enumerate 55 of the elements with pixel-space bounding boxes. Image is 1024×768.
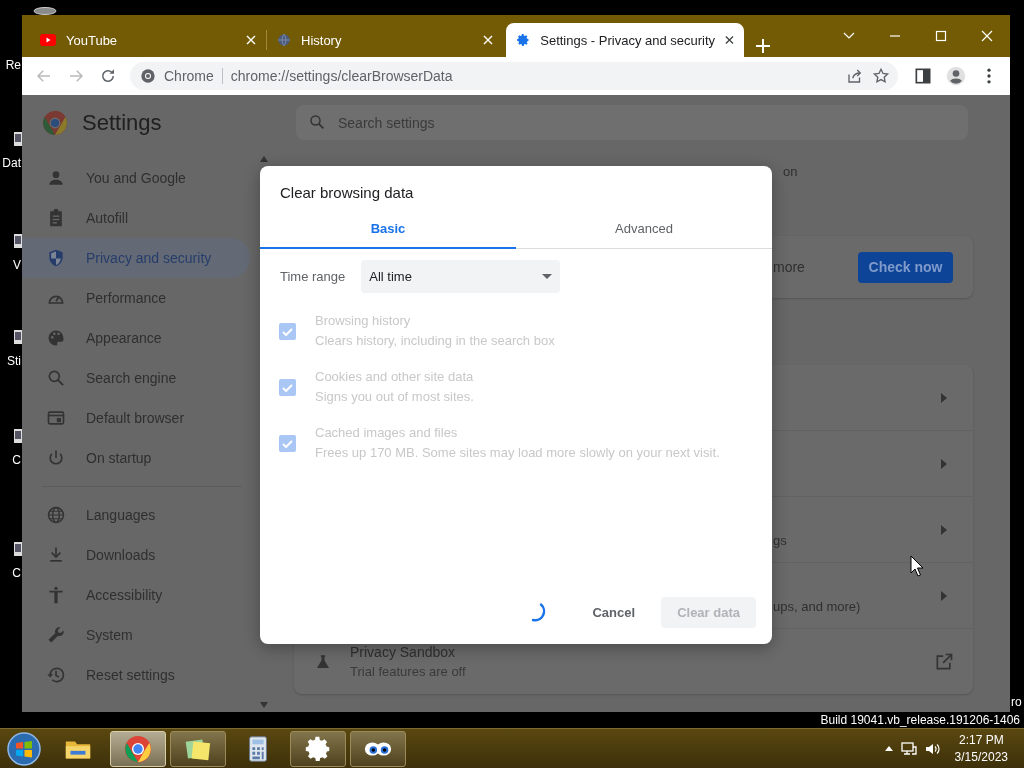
sidebar-item[interactable]: Downloads (22, 535, 250, 575)
sidebar-item[interactable]: Languages (22, 495, 250, 535)
desktop-icon-label[interactable]: V (13, 258, 21, 272)
desktop-icon-label[interactable]: Dat (2, 156, 21, 170)
browser-tab[interactable]: YouTube (30, 23, 266, 57)
desktop-icon-label[interactable]: Re (5, 58, 21, 72)
sidebar-item[interactable]: Performance (22, 278, 250, 318)
tab-title: History (301, 32, 343, 48)
check-now-button[interactable]: Check now (858, 251, 953, 283)
desktop-icon-label[interactable]: C (12, 566, 21, 580)
sidebar-item-label: Languages (86, 507, 156, 523)
row-text: gs (773, 533, 787, 548)
sidebar-item-label: Accessibility (86, 587, 163, 603)
sidebar-item-label: Default browser (86, 410, 185, 426)
site-label: Chrome (164, 68, 214, 84)
sidebar-item-label: Appearance (86, 330, 162, 346)
desktop-icon-label[interactable]: Sti (7, 354, 21, 368)
sidebar-item-label: Reset settings (86, 667, 175, 683)
card-text: more (773, 259, 805, 275)
sidebar-item[interactable]: Default browser (22, 398, 250, 438)
sidebar-item[interactable]: On startup (22, 438, 250, 478)
build-watermark-text: Build 19041.vb_release.191206-1406 (820, 713, 1020, 727)
sidebar-item[interactable]: You and Google (22, 158, 250, 198)
clock-time[interactable]: 2:17 PM (954, 731, 1008, 749)
desktop-text: ro (1011, 695, 1022, 709)
sidebar-item-label: Downloads (86, 547, 156, 563)
sidebar-item[interactable]: Autofill (22, 198, 250, 238)
sidebar-item[interactable]: Accessibility (22, 575, 250, 615)
dialog-tab[interactable]: Advanced (516, 210, 772, 249)
browser-tab[interactable]: Settings - Privacy and security (506, 23, 744, 57)
address-bar[interactable]: Chrome chrome://settings/clearBrowserData (130, 62, 898, 90)
clock-date[interactable]: 3/15/2023 (954, 748, 1008, 766)
time-range-dropdown[interactable]: All time (361, 260, 561, 293)
sidebar-item-label: Performance (86, 290, 167, 306)
sidebar-item-label: Privacy and security (86, 250, 212, 266)
sidebar-item-label: Autofill (86, 210, 129, 226)
sidebar-item-label: System (86, 627, 133, 643)
dialog-tab[interactable]: Basic (260, 210, 516, 249)
time-range-label: Time range (280, 269, 346, 284)
dropdown-value: All time (369, 269, 412, 284)
settings-title: Settings (82, 109, 163, 136)
url-text: chrome://settings/clearBrowserData (230, 68, 454, 84)
tab-title: Settings - Privacy and security (540, 32, 716, 48)
dialog-title: Clear browsing data (280, 184, 415, 203)
sidebar-item[interactable]: Search engine (22, 358, 250, 398)
sidebar-item[interactable]: System (22, 615, 250, 655)
desktop-icon-label[interactable]: C (12, 453, 21, 467)
sidebar-item[interactable]: Reset settings (22, 655, 250, 695)
tab-title: YouTube (66, 32, 119, 48)
sidebar-item-label: On startup (86, 450, 152, 466)
sidebar-item-label: Search engine (86, 370, 177, 386)
browser-tab[interactable]: History (267, 23, 503, 57)
sidebar-item-label: You and Google (86, 170, 186, 186)
sidebar-item[interactable]: Appearance (22, 318, 250, 358)
row-title: Privacy Sandbox (350, 644, 457, 660)
